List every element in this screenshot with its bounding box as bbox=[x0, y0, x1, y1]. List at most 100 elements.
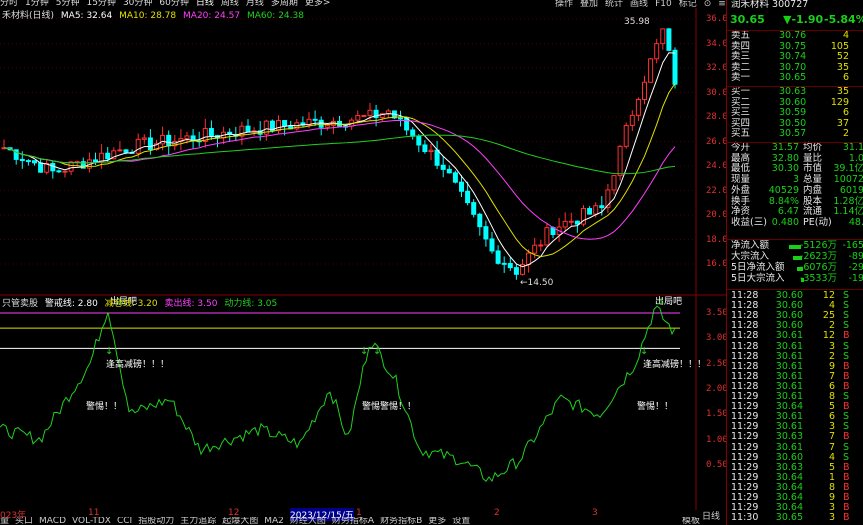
cell: 买四 bbox=[731, 117, 751, 129]
cell: 8.84% bbox=[768, 195, 799, 207]
stat-row: 净资 6.47 流通 1.14亿 bbox=[727, 207, 863, 217]
period-tab[interactable]: 周线 bbox=[221, 0, 239, 7]
toolbar-button[interactable]: 统计 bbox=[605, 0, 623, 9]
indicator-tab[interactable]: CCI bbox=[117, 517, 132, 525]
candle bbox=[404, 117, 410, 131]
indicator-tab[interactable]: 财务指标B bbox=[380, 517, 422, 525]
period-label[interactable]: 日线 bbox=[702, 509, 720, 522]
indicator-tab[interactable]: 主力追踪 bbox=[180, 517, 216, 525]
candle bbox=[642, 81, 647, 100]
period-tab[interactable]: 分时 bbox=[0, 0, 18, 7]
ma5-label: MA5: 32.64 bbox=[60, 11, 113, 21]
indicator-tab[interactable]: MACD bbox=[39, 517, 66, 525]
period-tab[interactable]: 月线 bbox=[246, 0, 264, 7]
cell: 市值 bbox=[803, 163, 823, 175]
indicator-tab[interactable]: 量 bbox=[0, 517, 9, 525]
indicator-tab[interactable]: VOL-TDX bbox=[72, 517, 111, 525]
indicator-name: 只管卖股 bbox=[2, 299, 39, 309]
flow-bar bbox=[801, 278, 804, 282]
cell: 卖四 bbox=[731, 40, 751, 52]
indicator-chart[interactable]: 出局吧 出局吧逢高减磅！！！ 逢高减磅！！！警惕！！ 警惕警惕！！ 警惕！！↓ ↓↓ ↓ ↓ ↓ bbox=[0, 296, 726, 510]
period-tab[interactable]: 30分钟 bbox=[123, 0, 152, 7]
indicator-tab[interactable]: 买口 bbox=[15, 517, 33, 525]
candle bbox=[440, 164, 446, 170]
indicator-tab[interactable]: 指股动力 bbox=[138, 517, 174, 525]
candle bbox=[532, 244, 538, 254]
candle bbox=[617, 145, 623, 177]
flow-row: 5日大宗流入 -3533万 -19 bbox=[727, 274, 863, 284]
cell: 买二 bbox=[731, 96, 751, 108]
ask-row: 卖二 30.70 35 bbox=[727, 62, 863, 73]
chart-title: 禾材料(日线) bbox=[2, 11, 55, 21]
toolbar-button[interactable]: 操作 bbox=[555, 0, 573, 9]
period-tab[interactable]: 更多> bbox=[305, 0, 331, 7]
candle bbox=[666, 28, 672, 51]
ask-row: 卖四 30.75 105 bbox=[727, 40, 863, 52]
candle bbox=[367, 109, 373, 116]
indicator-tab[interactable]: 财务指标A bbox=[332, 517, 374, 525]
reduce-label-2: 逢高减磅！！！ bbox=[643, 358, 706, 370]
ma60-label: MA60: 24.38 bbox=[246, 11, 304, 21]
candle bbox=[654, 43, 660, 60]
candle bbox=[623, 124, 629, 147]
cell: 4 bbox=[842, 30, 849, 41]
cell: 11:30 bbox=[731, 512, 759, 524]
indicator-tabs[interactable]: 量买口 MACD VOL-TDX CCI 指股动力 主力追踪 起爆大图 MA2 财经大图 财务指标… bbox=[0, 517, 726, 525]
cell: 30.76 bbox=[779, 30, 807, 41]
cell: 6.47 bbox=[777, 206, 799, 218]
ma20-label: MA20: 24.57 bbox=[183, 11, 241, 21]
toolbar-button[interactable]: F10 bbox=[655, 0, 672, 9]
cell: 6 bbox=[842, 72, 849, 83]
cell: 30.61 bbox=[775, 340, 803, 352]
candle bbox=[471, 202, 477, 215]
cell: 11:29 bbox=[731, 431, 759, 443]
cell: 换手 bbox=[731, 195, 751, 207]
toolbar-button[interactable]: ⊙ bbox=[704, 0, 712, 9]
cell: 3 bbox=[828, 340, 835, 352]
toolbar-button[interactable]: 标记 bbox=[679, 0, 697, 9]
tick-row: 11:29 30.61 7 S bbox=[727, 442, 863, 453]
indicator-tab[interactable]: MA2 bbox=[264, 517, 284, 525]
indicator-tab[interactable]: 设置 bbox=[452, 517, 470, 525]
candle bbox=[452, 172, 458, 183]
cell: 今开 bbox=[731, 142, 751, 153]
period-tab[interactable]: 多周期 bbox=[271, 0, 298, 7]
period-tab[interactable]: 15分钟 bbox=[86, 0, 115, 7]
flow-bar bbox=[793, 256, 802, 260]
indicator-tab[interactable]: 更多 bbox=[428, 517, 446, 525]
indicator-tab[interactable]: 起爆大图 bbox=[222, 517, 258, 525]
cell: 内盘 bbox=[803, 184, 823, 196]
candle bbox=[166, 134, 172, 147]
ma-legend: 禾材料(日线) MA5: 32.64 MA10: 28.78 MA20: 24.… bbox=[2, 8, 304, 21]
cell: -3533万 bbox=[799, 273, 837, 284]
cell: 卖一 bbox=[731, 72, 751, 83]
candle bbox=[489, 238, 495, 252]
cell: -29 bbox=[848, 262, 863, 273]
period-tab[interactable]: 60分钟 bbox=[159, 0, 188, 7]
candle bbox=[599, 205, 605, 209]
template-button[interactable]: 模板 bbox=[682, 517, 700, 525]
candle bbox=[672, 49, 678, 85]
divider bbox=[727, 239, 863, 240]
y-tick: 3.50 bbox=[706, 308, 728, 318]
candle bbox=[501, 262, 507, 265]
toolbar-buttons: 操作 叠加 统计 画线 F10 标记 ⊙ ≡ bbox=[555, 0, 733, 9]
cell: -19 bbox=[848, 273, 863, 284]
reduce-label: 逢高减磅！！！ bbox=[106, 358, 169, 370]
toolbar-button[interactable]: 叠加 bbox=[580, 0, 598, 9]
candle bbox=[428, 149, 434, 152]
y-tick: 0.50 bbox=[706, 459, 728, 470]
candlestick-chart[interactable]: 35.98 ←14.50 bbox=[0, 8, 726, 296]
ma60-line bbox=[3, 134, 676, 175]
bid-row: 买三 30.59 6 bbox=[727, 108, 863, 118]
cell: 30.65 bbox=[730, 13, 765, 26]
toolbar-button[interactable]: ≡ bbox=[718, 0, 726, 9]
period-tab[interactable]: 5分钟 bbox=[56, 0, 80, 7]
candle bbox=[648, 58, 654, 83]
period-tab[interactable]: 1分钟 bbox=[25, 0, 49, 7]
cell: 31.1 bbox=[842, 142, 863, 153]
toolbar-button[interactable]: 画线 bbox=[630, 0, 648, 9]
period-tab[interactable]: 日线 bbox=[196, 0, 214, 7]
indicator-tab[interactable]: 财经大图 bbox=[290, 517, 326, 525]
candle bbox=[32, 160, 37, 164]
